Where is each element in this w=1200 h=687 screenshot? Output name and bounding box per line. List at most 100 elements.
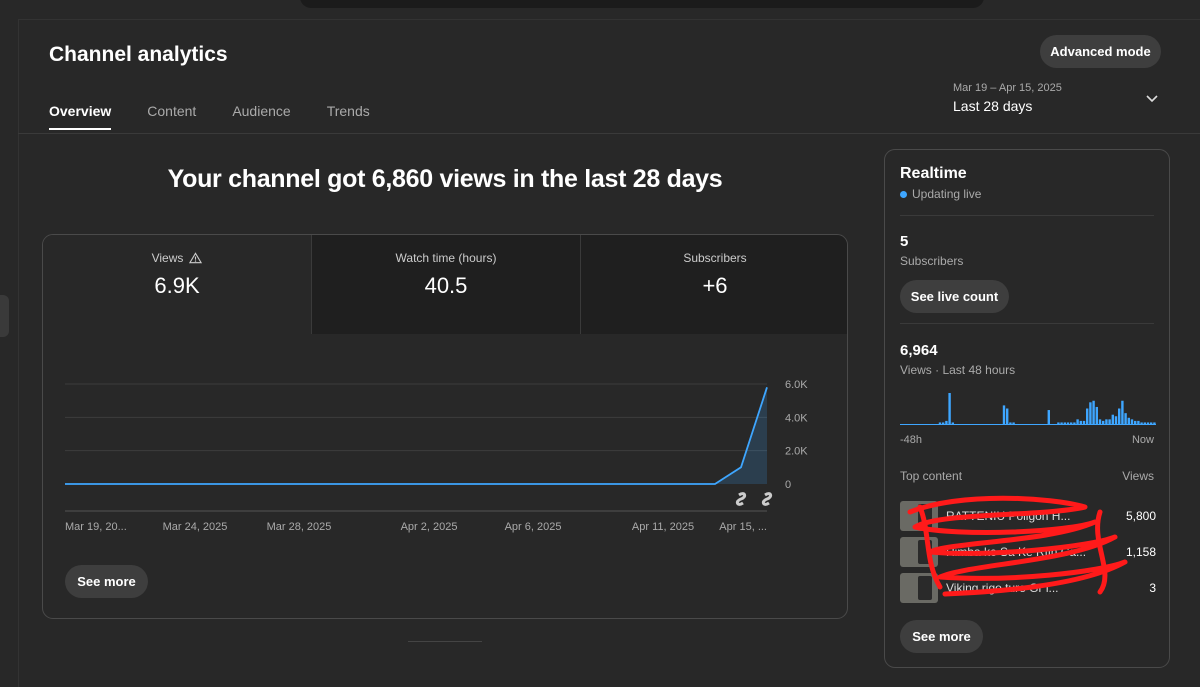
realtime-status-text: Updating live [912,187,982,201]
realtime-bar [1082,420,1086,424]
metric-value: 40.5 [424,273,468,298]
see-more-button[interactable]: See more [900,620,983,653]
realtime-bar [1111,414,1114,424]
realtime-bar [1076,419,1079,424]
subscriber-label: Subscribers [900,254,964,268]
axis-end-label: Now [1131,434,1154,446]
realtime-bar [1092,400,1095,424]
redaction-scribble [907,495,1128,597]
date-range-text: Mar 19 – Apr 15, 2025 [953,82,1062,94]
advanced-mode-button[interactable]: Advanced mode [1040,35,1161,68]
realtime-title: Realtime [900,165,967,182]
realtime-bar [1006,408,1009,424]
tab-content[interactable]: Content [147,103,196,130]
chevron-down-icon [1146,95,1158,103]
y-tick-label: 6.0K [785,379,808,391]
metric-views[interactable]: Views 6.9K [43,235,311,334]
shorts-icon [761,492,773,506]
x-tick-label: Apr 6, 2025 [505,521,562,533]
realtime-bar [948,393,951,424]
metric-label: Views [151,251,184,265]
x-tick-label: Apr 11, 2025 [632,521,694,533]
realtime-bar [942,422,945,424]
realtime-bar [945,420,948,424]
realtime-bar [1073,422,1076,424]
header-divider [18,19,1200,20]
shorts-icon-shape [735,492,747,506]
realtime-bar [1057,422,1060,424]
overview-headline: Your channel got 6,860 views in the last… [167,165,723,193]
date-range-label: Last 28 days [953,98,1033,114]
realtime-bar [1124,413,1127,424]
axis-start-label: -48h [900,434,923,446]
y-tick-label: 2.0K [785,446,808,458]
sidebar-edge [18,19,19,687]
divider [900,215,1154,216]
views-line-chart[interactable]: 0 2.0K 4.0K 6.0K Mar 19, 20... Mar 24, 2025 Ma… [43,334,848,544]
top-content-label: Top content [900,469,963,483]
realtime-bar [1140,422,1143,424]
y-tick-label: 0 [785,479,791,491]
views-column-label: Views [1122,469,1154,483]
realtime-views-label: Views · Last 48 hours [900,363,1016,377]
realtime-bar [1002,405,1006,424]
live-dot-icon [900,190,907,198]
tab-trends[interactable]: Trends [327,103,370,130]
realtime-bar [1118,408,1121,424]
realtime-bar [1012,422,1015,424]
realtime-bar [938,422,942,424]
see-more-button[interactable]: See more [65,565,148,598]
series-area [65,387,767,484]
realtime-bar [1066,422,1070,424]
shorts-icon [735,492,747,506]
realtime-bar-chart[interactable] [900,385,1156,427]
x-tick-label: Mar 24, 2025 [163,521,228,533]
realtime-bar [1060,422,1063,424]
realtime-bar [951,422,954,424]
x-tick-label: Mar 28, 2025 [267,521,332,533]
search-bar[interactable] [300,0,984,8]
date-range-picker[interactable]: Mar 19 – Apr 15, 2025 Last 28 days [953,82,1163,122]
realtime-bar [1143,422,1146,424]
realtime-bar [1063,422,1066,424]
tab-audience[interactable]: Audience [232,103,290,130]
overview-card: Views 6.9K Watch time (hours) 40.5 Subsc… [42,234,848,619]
realtime-bar [1089,402,1092,424]
realtime-bar [1102,420,1105,424]
realtime-bar [1153,422,1156,424]
realtime-bar [1009,422,1012,424]
see-live-count-button[interactable]: See live count [900,280,1009,313]
metric-label: Watch time (hours) [395,251,497,265]
page-title: Channel analytics [49,43,228,66]
warning-icon[interactable] [189,252,203,264]
realtime-bar [1095,406,1098,424]
tab-overview[interactable]: Overview [49,103,112,130]
realtime-status: Updating live [900,187,981,201]
x-tick-label: Apr 15, ... [719,521,767,533]
sidebar-toggle[interactable] [0,295,9,337]
realtime-bar [1134,420,1137,424]
realtime-bar [1108,419,1111,424]
tabs-divider [18,133,1200,134]
realtime-bar [1047,410,1050,424]
realtime-bar [1137,420,1140,424]
realtime-views-count: 6,964 [900,342,938,359]
realtime-bar [1121,400,1124,424]
metric-value: 6.9K [154,273,200,298]
realtime-bar [1127,417,1130,424]
metric-watch-time[interactable]: Watch time (hours) 40.5 [311,235,580,334]
realtime-bar [1086,408,1089,424]
shorts-icon-shape [761,492,773,506]
subscriber-count: 5 [900,233,909,250]
metric-label: Subscribers [683,251,747,265]
video-views: 3 [1149,581,1156,595]
metric-subscribers[interactable]: Subscribers +6 [580,235,847,334]
realtime-bar [1150,422,1153,424]
realtime-bar [1105,419,1108,424]
tab-bar: Overview Content Audience Trends [49,103,406,130]
x-tick-label: Apr 2, 2025 [401,521,458,533]
series-line [65,387,768,485]
y-tick-label: 4.0K [785,412,808,424]
realtime-bar [1130,419,1134,424]
scroll-indicator [408,641,482,642]
